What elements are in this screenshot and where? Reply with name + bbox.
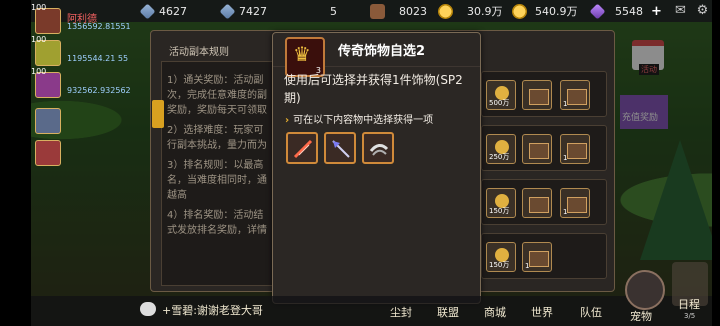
reward-row: 150万 1 <box>481 179 607 225</box>
resource-gold-1: 30.9万 <box>438 3 503 19</box>
crown-icon: ♛ <box>293 42 311 66</box>
chat-bubble-icon[interactable] <box>140 302 156 316</box>
resource-box-1: 5 <box>330 4 337 18</box>
gold-reward-slot[interactable]: 150万 <box>486 242 516 272</box>
popup-sub-label: › 可在以下内容物中选择获得一项 <box>285 115 434 126</box>
option-slot[interactable] <box>324 132 356 164</box>
nav-item[interactable]: 世界 <box>531 304 553 320</box>
pet-button[interactable] <box>625 270 665 310</box>
chest-reward-slot[interactable]: 1 <box>560 80 590 110</box>
difficulty-tab[interactable] <box>152 100 164 128</box>
nav-item[interactable]: 队伍 <box>580 304 602 320</box>
chest-reward-slot[interactable]: 1 <box>522 242 552 272</box>
resource-gem-2: 7427 <box>219 3 267 19</box>
gem-icon <box>139 3 156 19</box>
pet-label: 宠物 <box>630 310 652 323</box>
resource-gem-1: 4627 <box>139 3 187 19</box>
screen-edge-right <box>712 0 720 326</box>
nav-item[interactable]: 尘封 <box>390 304 412 320</box>
popup-title: 传奇饰物自选2 <box>338 44 426 59</box>
claw-icon <box>369 144 389 156</box>
gold-reward-slot[interactable]: 250万 <box>486 134 516 164</box>
chest-reward-slot[interactable] <box>522 134 552 164</box>
diamond-icon <box>589 3 606 19</box>
feather-quill-icon <box>293 139 313 159</box>
mail-icon[interactable]: ✉ <box>673 3 688 18</box>
nav-item[interactable]: 商城 <box>484 304 506 320</box>
player-entry[interactable]: 100 1195544.21 55 <box>31 35 141 70</box>
rules-title: 活动副本规则 <box>169 47 229 58</box>
resource-gold-2: 540.9万 <box>512 3 578 19</box>
bottom-bar <box>31 296 712 326</box>
gold-reward-slot[interactable]: 150万 <box>486 188 516 218</box>
popup-description: 使用后可选择并获得1件饰物(SP2期) <box>284 73 463 105</box>
screen-edge-left <box>0 0 31 326</box>
resource-diamond[interactable]: 5548 + <box>589 3 662 19</box>
chest-reward-slot[interactable] <box>522 188 552 218</box>
nav-item[interactable]: 联盟 <box>437 304 459 320</box>
player-entry[interactable] <box>31 140 141 170</box>
item-tooltip-popup: ♛ 3 传奇饰物自选2 使用后可选择并获得1件饰物(SP2期) › 可在以下内容物… <box>272 32 481 304</box>
gold-coin-icon <box>438 3 453 19</box>
gem-icon <box>219 3 236 19</box>
reward-row: 150万 1 <box>481 233 607 279</box>
spear-icon <box>332 140 350 158</box>
option-list <box>286 132 394 164</box>
schedule-label: 日程 <box>678 298 700 311</box>
reward-row: 250万 1 <box>481 125 607 171</box>
option-slot[interactable] <box>362 132 394 164</box>
player-entry[interactable]: 100 932562.932562 <box>31 67 141 102</box>
player-entry[interactable] <box>31 108 141 138</box>
schedule-progress: 3/5 <box>684 312 696 320</box>
resource-box-2: 8023 <box>370 3 427 19</box>
player-entry[interactable]: 100 阿利德 1356592.81551 <box>31 3 141 38</box>
gear-icon[interactable]: ⚙ <box>695 3 710 18</box>
chest-reward-slot[interactable]: 1 <box>560 134 590 164</box>
add-diamond-button[interactable]: + <box>651 4 662 19</box>
gold-coin-icon <box>512 3 527 19</box>
chest-reward-slot[interactable] <box>522 80 552 110</box>
chat-message[interactable]: +雪碧:谢谢老登大哥 <box>162 302 263 318</box>
avatar[interactable] <box>35 140 61 166</box>
gold-reward-slot[interactable]: 500万 <box>486 80 516 110</box>
reward-row: 500万 1 <box>481 71 607 117</box>
option-slot[interactable] <box>286 132 318 164</box>
popup-header: ♛ 3 传奇饰物自选2 <box>273 33 480 77</box>
avatar[interactable] <box>35 108 61 134</box>
chest-reward-slot[interactable]: 1 <box>560 188 590 218</box>
chevron-right-icon: › <box>285 115 290 126</box>
box-icon <box>370 3 385 19</box>
